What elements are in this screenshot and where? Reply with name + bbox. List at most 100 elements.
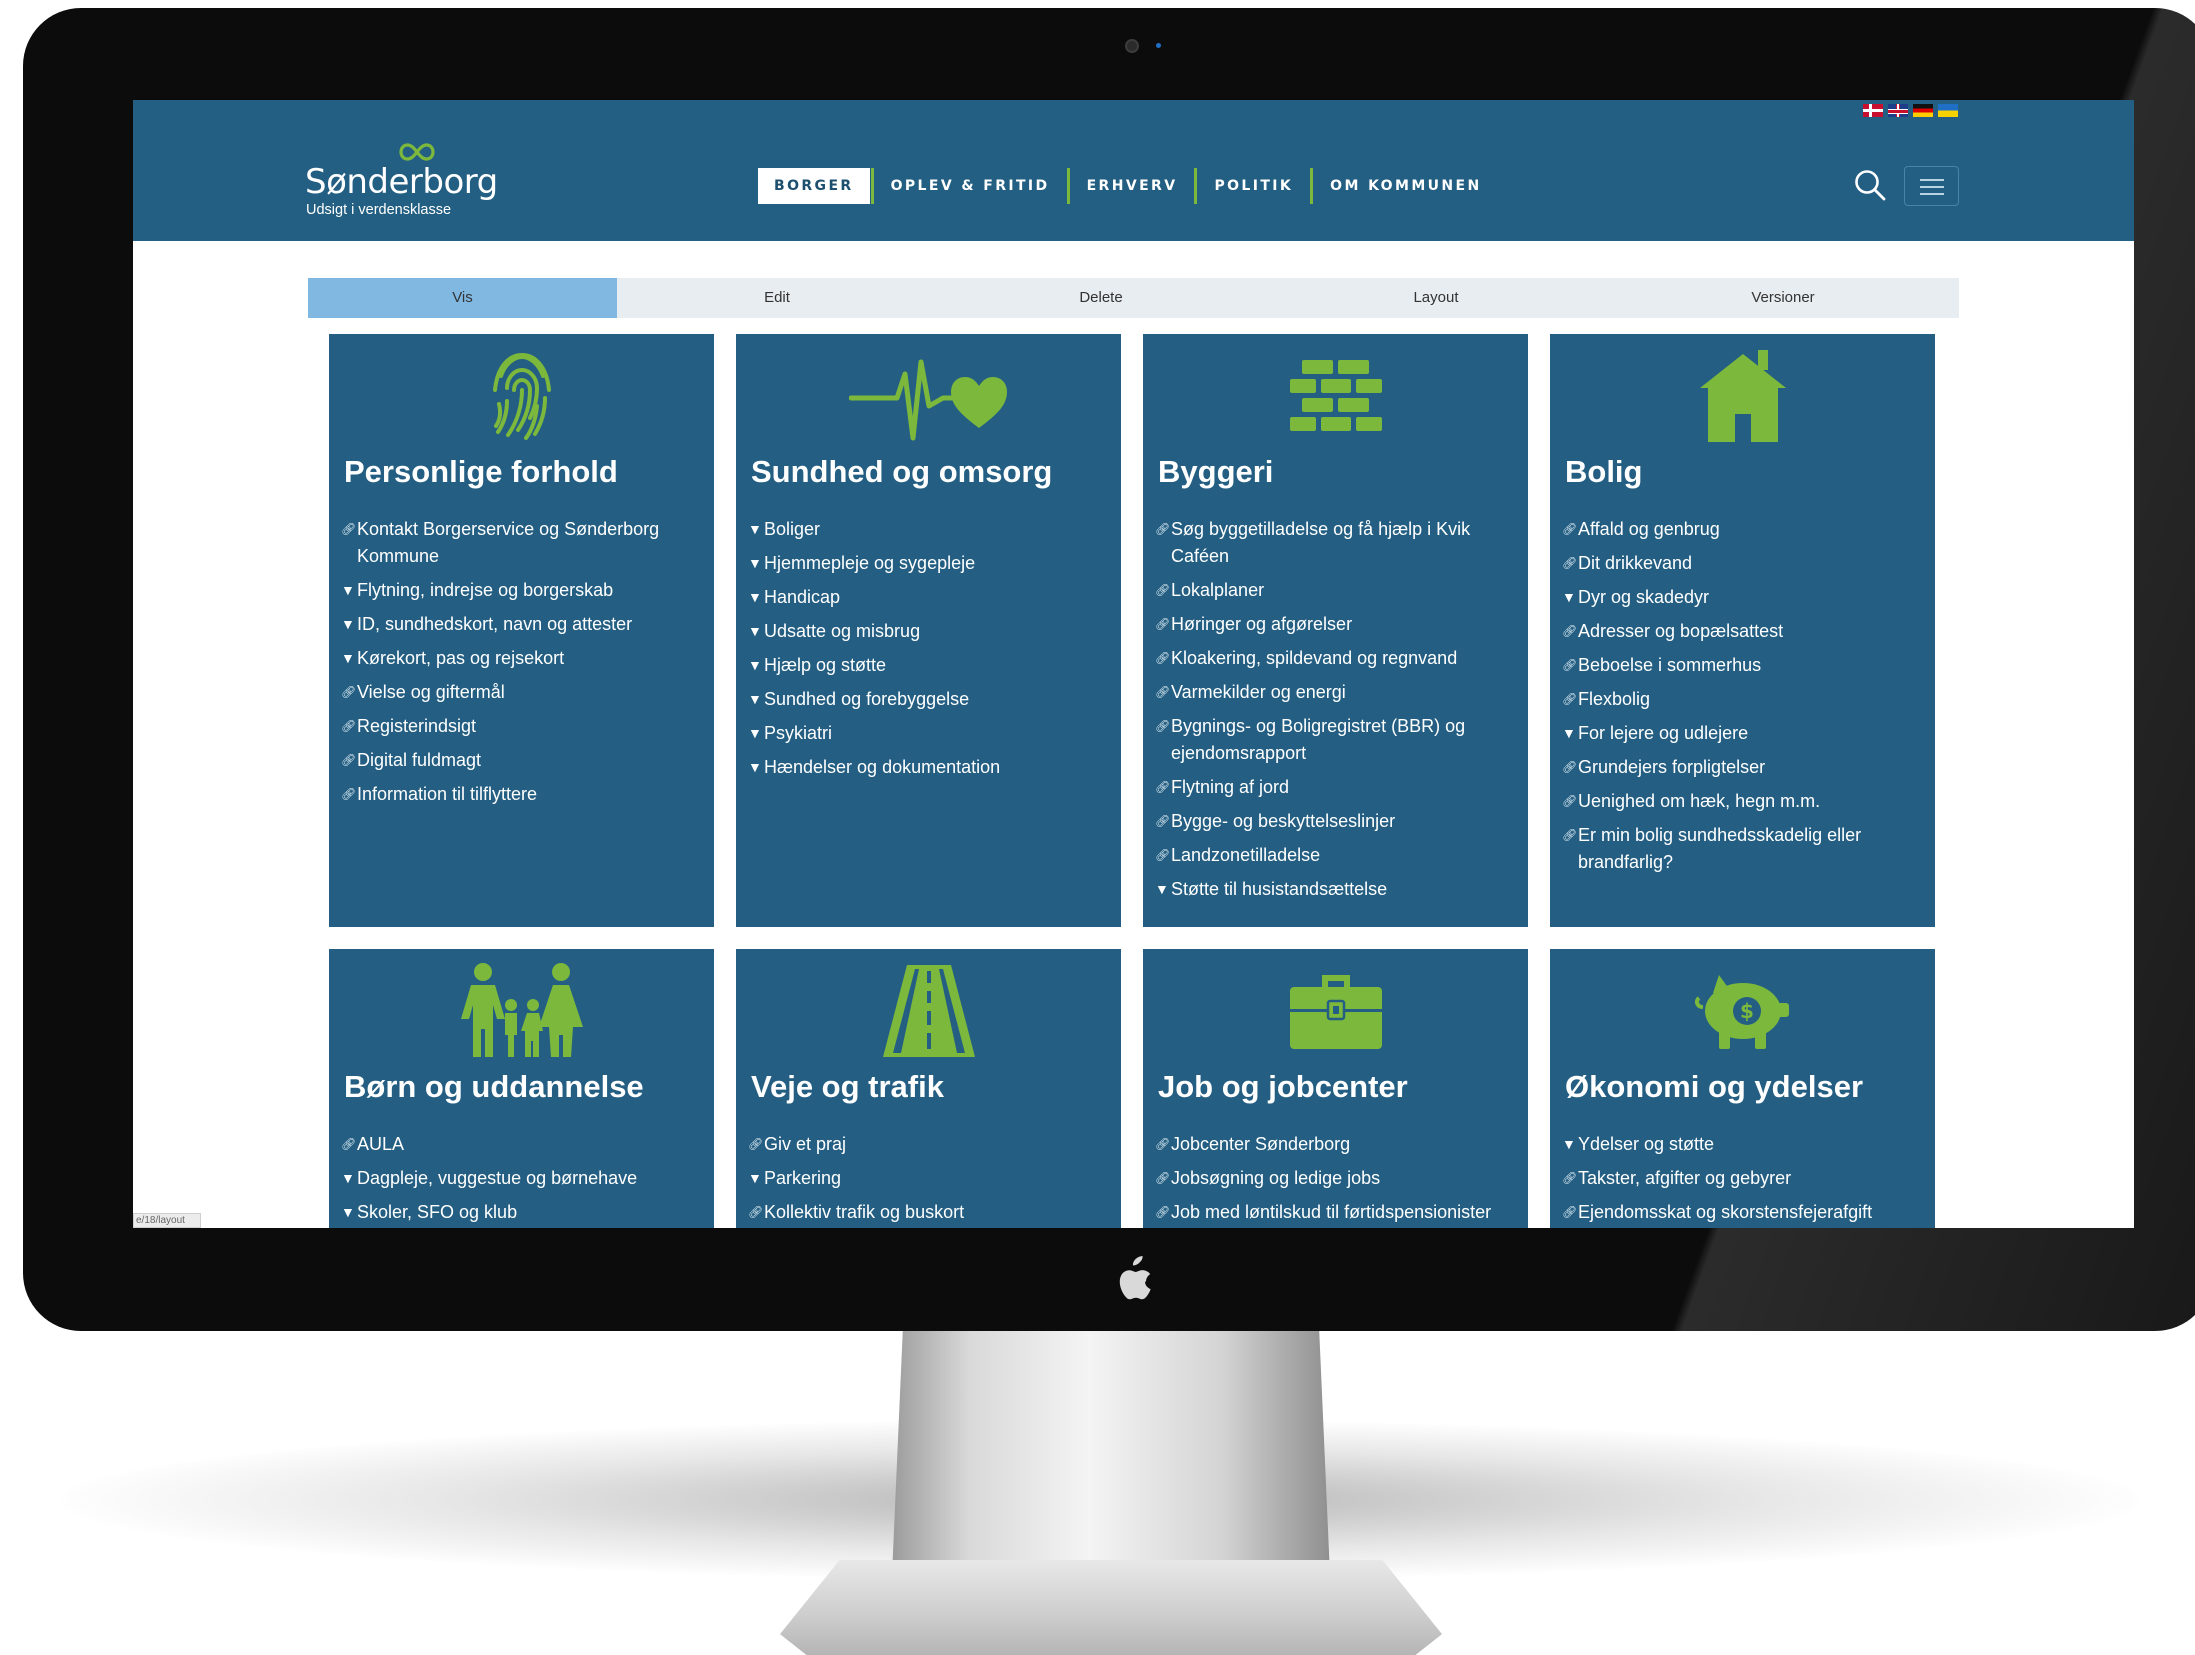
- main-nav: BORGER OPLEV & FRITID ERHVERV POLITIK OM…: [758, 168, 1498, 204]
- caret-down-icon: ▼: [748, 759, 762, 775]
- list-item[interactable]: 🔗︎ Registerindsigt: [341, 713, 706, 740]
- link-icon: 🔗︎: [1562, 624, 1578, 638]
- list-item[interactable]: ▼ Dagpleje, vuggestue og børnehave: [341, 1165, 706, 1192]
- list-item[interactable]: ▼ Psykiatri: [748, 720, 1113, 747]
- list-item[interactable]: 🔗︎ Digital fuldmagt: [341, 747, 706, 774]
- card-icon-wrap: [1143, 959, 1528, 1063]
- list-item[interactable]: 🔗︎ Giv et praj: [748, 1131, 1113, 1158]
- flag-ukraine-icon[interactable]: [1938, 104, 1958, 117]
- list-item[interactable]: 🔗︎ Adresser og bopælsattest: [1562, 618, 1927, 645]
- card-sundhed-og-omsorg[interactable]: Sundhed og omsorg ▼ Boliger ▼ Hjemmepleje …: [736, 334, 1121, 927]
- caret-down-icon: ▼: [748, 691, 762, 707]
- card-personlige-forhold[interactable]: Personlige forhold 🔗︎ Kontakt Borgerservi…: [329, 334, 714, 927]
- tab-versioner[interactable]: Versioner: [1607, 278, 1959, 318]
- list-item[interactable]: ▼ Støtte til husistandsættelse: [1155, 876, 1520, 903]
- list-item[interactable]: 🔗︎ AULA: [341, 1131, 706, 1158]
- list-item-label: For lejere og udlejere: [1578, 723, 1749, 743]
- svg-text:$: $: [1740, 999, 1754, 1023]
- tab-edit[interactable]: Edit: [617, 278, 937, 318]
- list-item[interactable]: 🔗︎ Ejendomsskat og skorstensfejerafgift: [1562, 1199, 1927, 1226]
- nav-item-politik[interactable]: POLITIK: [1198, 168, 1309, 204]
- list-item[interactable]: 🔗︎ Jobsøgning og ledige jobs: [1155, 1165, 1520, 1192]
- card-born-og-uddannelse[interactable]: Børn og uddannelse 🔗︎ AULA ▼ Dagpleje, vug…: [329, 949, 714, 1228]
- tab-layout[interactable]: Layout: [1265, 278, 1607, 318]
- flag-uk-icon[interactable]: [1888, 104, 1908, 117]
- admin-tabs: Vis Edit Delete Layout Versioner: [308, 278, 1959, 318]
- caret-down-icon: ▼: [748, 589, 762, 605]
- list-item[interactable]: 🔗︎ Landzonetilladelse: [1155, 842, 1520, 869]
- list-item[interactable]: 🔗︎ Kloakering, spildevand og regnvand: [1155, 645, 1520, 672]
- list-item[interactable]: 🔗︎ Bygnings- og Boligregistret (BBR) og e…: [1155, 713, 1520, 767]
- list-item[interactable]: ▼ Flytning, indrejse og borgerskab: [341, 577, 706, 604]
- site-header: Sønderborg Udsigt i verdensklasse BORGER…: [133, 100, 2134, 241]
- site-logo[interactable]: Sønderborg Udsigt i verdensklasse: [305, 142, 498, 222]
- list-item[interactable]: 🔗︎ Høringer og afgørelser: [1155, 611, 1520, 638]
- list-item[interactable]: ▼ ID, sundhedskort, navn og attester: [341, 611, 706, 638]
- list-item[interactable]: 🔗︎ Takster, afgifter og gebyrer: [1562, 1165, 1927, 1192]
- list-item[interactable]: ▼ Ydelser og støtte: [1562, 1131, 1927, 1158]
- list-item[interactable]: ▼ Skoler, SFO og klub: [341, 1199, 706, 1226]
- list-item[interactable]: ▼ Udsatte og misbrug: [748, 618, 1113, 645]
- list-item[interactable]: 🔗︎ Er min bolig sundhedsskadelig eller br…: [1562, 822, 1927, 876]
- list-item[interactable]: ▼ Handicap: [748, 584, 1113, 611]
- search-icon[interactable]: [1853, 168, 1887, 202]
- list-item[interactable]: 🔗︎ Flexbolig: [1562, 686, 1927, 713]
- list-item[interactable]: ▼ Parkering: [748, 1165, 1113, 1192]
- list-item[interactable]: 🔗︎ Affald og genbrug: [1562, 516, 1927, 543]
- list-item-label: Flytning af jord: [1171, 777, 1290, 797]
- list-item[interactable]: ▼ Dyr og skadedyr: [1562, 584, 1927, 611]
- list-item[interactable]: 🔗︎ Søg byggetilladelse og få hjælp i Kvik…: [1155, 516, 1520, 570]
- hamburger-menu-button[interactable]: [1904, 166, 1959, 206]
- list-item[interactable]: 🔗︎ Bygge- og beskyttelseslinjer: [1155, 808, 1520, 835]
- list-item[interactable]: 🔗︎ Job med løntilskud til førtidspensioni…: [1155, 1199, 1520, 1226]
- flag-germany-icon[interactable]: [1913, 104, 1933, 117]
- nav-item-borger[interactable]: BORGER: [758, 168, 870, 204]
- list-item[interactable]: 🔗︎ Beboelse i sommerhus: [1562, 652, 1927, 679]
- list-item[interactable]: 🔗︎ Kollektiv trafik og buskort: [748, 1199, 1113, 1226]
- list-item[interactable]: 🔗︎ Kontakt Borgerservice og Sønderborg Ko…: [341, 516, 706, 570]
- caret-down-icon: ▼: [1562, 589, 1576, 605]
- list-item-label: Dit drikkevand: [1578, 553, 1693, 573]
- list-item[interactable]: 🔗︎ Vielse og giftermål: [341, 679, 706, 706]
- list-item-label: Adresser og bopælsattest: [1578, 621, 1784, 641]
- list-item-label: Sundhed og forebyggelse: [764, 689, 970, 709]
- list-item[interactable]: 🔗︎ Grundejers forpligtelser: [1562, 754, 1927, 781]
- list-item[interactable]: ▼ Sundhed og forebyggelse: [748, 686, 1113, 713]
- list-item-label: Flexbolig: [1578, 689, 1651, 709]
- card-job-og-jobcenter[interactable]: Job og jobcenter 🔗︎ Jobcenter Sønderborg …: [1143, 949, 1528, 1228]
- card-okonomi-og-ydelser[interactable]: $ Økonomi og ydelser ▼ Ydelser og støtte …: [1550, 949, 1935, 1228]
- caret-down-icon: ▼: [1155, 881, 1169, 897]
- list-item[interactable]: ▼ Boliger: [748, 516, 1113, 543]
- link-icon: 🔗︎: [341, 522, 357, 536]
- caret-down-icon: ▼: [748, 657, 762, 673]
- list-item[interactable]: 🔗︎ Dit drikkevand: [1562, 550, 1927, 577]
- road-icon: [882, 965, 975, 1057]
- list-item-label: Psykiatri: [764, 723, 833, 743]
- card-veje-og-trafik[interactable]: Veje og trafik 🔗︎ Giv et praj ▼ Parkering …: [736, 949, 1121, 1228]
- list-item[interactable]: ▼ Hjælp og støtte: [748, 652, 1113, 679]
- nav-item-oplev-fritid[interactable]: OPLEV & FRITID: [875, 168, 1066, 204]
- list-item[interactable]: ▼ Kørekort, pas og rejsekort: [341, 645, 706, 672]
- card-byggeri[interactable]: Byggeri 🔗︎ Søg byggetilladelse og få hjæl…: [1143, 334, 1528, 927]
- flag-denmark-icon[interactable]: [1863, 104, 1883, 117]
- list-item[interactable]: 🔗︎ Uenighed om hæk, hegn m.m.: [1562, 788, 1927, 815]
- caret-down-icon: ▼: [1562, 1136, 1576, 1152]
- link-icon: 🔗︎: [1155, 583, 1171, 597]
- list-item[interactable]: 🔗︎ Lokalplaner: [1155, 577, 1520, 604]
- tab-vis[interactable]: Vis: [308, 278, 617, 318]
- list-item[interactable]: 🔗︎ Flytning af jord: [1155, 774, 1520, 801]
- nav-item-om-kommunen[interactable]: OM KOMMUNEN: [1314, 168, 1497, 204]
- list-item[interactable]: ▼ Hændelser og dokumentation: [748, 754, 1113, 781]
- browser-status-url: e/18/layout: [133, 1213, 201, 1228]
- list-item-label: Boliger: [764, 519, 821, 539]
- tab-delete[interactable]: Delete: [937, 278, 1265, 318]
- list-item[interactable]: ▼ For lejere og udlejere: [1562, 720, 1927, 747]
- list-item-label: Skoler, SFO og klub: [357, 1202, 518, 1222]
- list-item[interactable]: ▼ Hjemmepleje og sygepleje: [748, 550, 1113, 577]
- list-item-label: ID, sundhedskort, navn og attester: [357, 614, 633, 634]
- nav-item-erhverv[interactable]: ERHVERV: [1071, 168, 1194, 204]
- card-bolig[interactable]: Bolig 🔗︎ Affald og genbrug 🔗︎ Dit drikkeva…: [1550, 334, 1935, 927]
- list-item[interactable]: 🔗︎ Varmekilder og energi: [1155, 679, 1520, 706]
- list-item[interactable]: 🔗︎ Jobcenter Sønderborg: [1155, 1131, 1520, 1158]
- list-item[interactable]: 🔗︎ Information til tilflyttere: [341, 781, 706, 808]
